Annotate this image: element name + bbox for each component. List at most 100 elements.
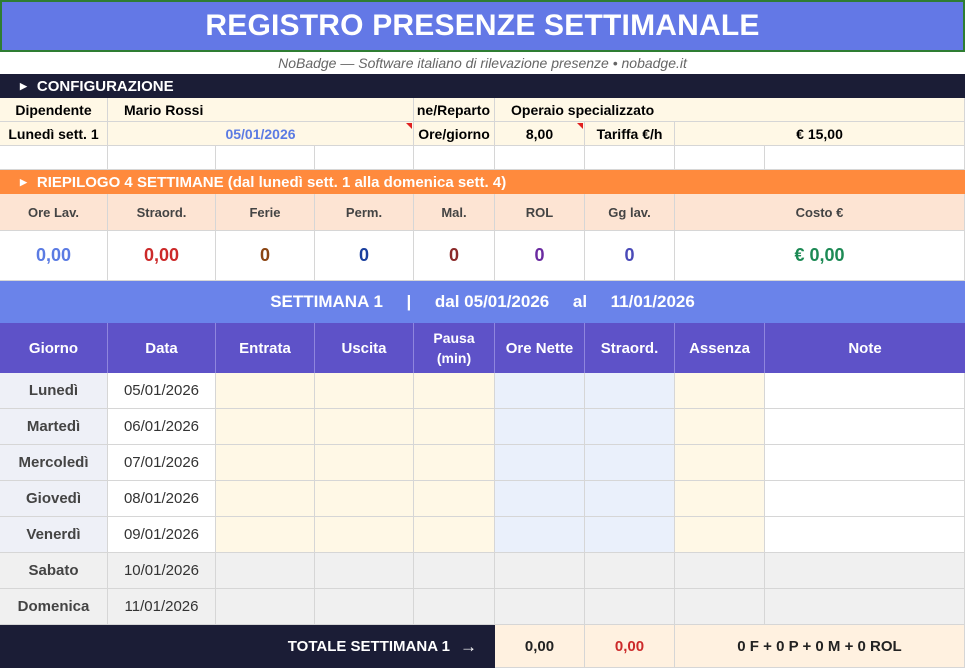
straord-cell[interactable]	[585, 481, 675, 517]
pausa-field[interactable]	[414, 589, 495, 625]
note-field[interactable]	[765, 409, 965, 445]
pausa-field[interactable]	[414, 517, 495, 553]
note-field[interactable]	[765, 589, 965, 625]
empty-cell[interactable]	[414, 146, 495, 170]
day-date: 10/01/2026	[108, 553, 216, 589]
entrata-field[interactable]	[216, 553, 315, 589]
note-field[interactable]	[765, 445, 965, 481]
col-note: Note	[765, 323, 965, 373]
assenza-field[interactable]	[675, 517, 765, 553]
summary-col-perm: Perm.	[315, 194, 414, 231]
uscita-field[interactable]	[315, 553, 414, 589]
empty-row	[0, 146, 965, 170]
pausa-field[interactable]	[414, 373, 495, 409]
day-date: 08/01/2026	[108, 481, 216, 517]
straord-cell[interactable]	[585, 517, 675, 553]
assenza-field[interactable]	[675, 373, 765, 409]
empty-cell[interactable]	[765, 146, 965, 170]
empty-cell[interactable]	[495, 146, 585, 170]
ore-nette-cell[interactable]	[495, 373, 585, 409]
hours-field[interactable]: 8,00	[495, 122, 585, 146]
assenza-field[interactable]	[675, 589, 765, 625]
day-name: Domenica	[0, 589, 108, 625]
empty-cell[interactable]	[108, 146, 216, 170]
summary-costo-value: € 0,00	[675, 231, 965, 281]
ore-nette-cell[interactable]	[495, 409, 585, 445]
dept-field[interactable]: Operaio specializzato	[495, 98, 965, 122]
config-section-header: ▶ CONFIGURAZIONE	[0, 74, 965, 98]
summary-values-row: 0,00 0,00 0 0 0 0 0 € 0,00	[0, 231, 965, 281]
entrata-field[interactable]	[216, 373, 315, 409]
ore-nette-cell[interactable]	[495, 589, 585, 625]
totals-row: TOTALE SETTIMANA 1 → 0,00 0,00 0 F + 0 P…	[0, 625, 965, 668]
config-section-label: CONFIGURAZIONE	[36, 77, 174, 95]
uscita-field[interactable]	[315, 517, 414, 553]
assenza-field[interactable]	[675, 481, 765, 517]
note-field[interactable]	[765, 553, 965, 589]
pausa-field[interactable]	[414, 445, 495, 481]
assenza-field[interactable]	[675, 445, 765, 481]
col-entrata: Entrata	[216, 323, 315, 373]
config-row-params: Lunedì sett. 1 05/01/2026 Ore/giorno 8,0…	[0, 122, 965, 146]
assenza-field[interactable]	[675, 553, 765, 589]
pausa-field[interactable]	[414, 553, 495, 589]
dept-label: ne/Reparto	[414, 98, 495, 122]
day-date: 11/01/2026	[108, 589, 216, 625]
summary-col-gg-lav: Gg lav.	[585, 194, 675, 231]
note-field[interactable]	[765, 517, 965, 553]
uscita-field[interactable]	[315, 409, 414, 445]
config-row-employee: Dipendente Mario Rossi ne/Reparto Operai…	[0, 98, 965, 122]
uscita-field[interactable]	[315, 589, 414, 625]
triangle-right-icon: ▶	[20, 176, 27, 187]
uscita-field[interactable]	[315, 373, 414, 409]
hours-label: Ore/giorno	[414, 122, 495, 146]
pausa-field[interactable]	[414, 409, 495, 445]
monday-label: Lunedì sett. 1	[0, 122, 108, 146]
empty-cell[interactable]	[315, 146, 414, 170]
straord-cell[interactable]	[585, 373, 675, 409]
ore-nette-cell[interactable]	[495, 445, 585, 481]
empty-cell[interactable]	[585, 146, 675, 170]
ore-nette-cell[interactable]	[495, 553, 585, 589]
note-field[interactable]	[765, 481, 965, 517]
day-row: Lunedì 05/01/2026	[0, 373, 965, 409]
summary-header-row: Ore Lav. Straord. Ferie Perm. Mal. ROL G…	[0, 194, 965, 231]
employee-label: Dipendente	[0, 98, 108, 122]
straord-cell[interactable]	[585, 445, 675, 481]
day-row: Venerdì 09/01/2026	[0, 517, 965, 553]
week-header-row: Giorno Data Entrata Uscita Pausa (min) O…	[0, 323, 965, 373]
ore-nette-cell[interactable]	[495, 517, 585, 553]
day-name: Giovedì	[0, 481, 108, 517]
entrata-field[interactable]	[216, 445, 315, 481]
day-date: 09/01/2026	[108, 517, 216, 553]
pausa-field[interactable]	[414, 481, 495, 517]
assenza-field[interactable]	[675, 409, 765, 445]
employee-field[interactable]: Mario Rossi	[108, 98, 414, 122]
entrata-field[interactable]	[216, 589, 315, 625]
totals-assenze: 0 F + 0 P + 0 M + 0 ROL	[675, 625, 965, 668]
totals-label: TOTALE SETTIMANA 1	[287, 638, 450, 655]
entrata-field[interactable]	[216, 409, 315, 445]
entrata-field[interactable]	[216, 517, 315, 553]
rate-label: Tariffa €/h	[585, 122, 675, 146]
rate-field[interactable]: € 15,00	[675, 122, 965, 146]
day-name: Martedì	[0, 409, 108, 445]
summary-gg-lav-value: 0	[585, 231, 675, 281]
summary-col-mal: Mal.	[414, 194, 495, 231]
straord-cell[interactable]	[585, 553, 675, 589]
ore-nette-cell[interactable]	[495, 481, 585, 517]
straord-cell[interactable]	[585, 409, 675, 445]
monday-date-field[interactable]: 05/01/2026	[108, 122, 414, 146]
empty-cell[interactable]	[216, 146, 315, 170]
entrata-field[interactable]	[216, 481, 315, 517]
uscita-field[interactable]	[315, 481, 414, 517]
summary-col-costo: Costo €	[675, 194, 965, 231]
col-straord: Straord.	[585, 323, 675, 373]
uscita-field[interactable]	[315, 445, 414, 481]
empty-cell[interactable]	[675, 146, 765, 170]
summary-col-ferie: Ferie	[216, 194, 315, 231]
day-row: Sabato 10/01/2026	[0, 553, 965, 589]
empty-cell[interactable]	[0, 146, 108, 170]
note-field[interactable]	[765, 373, 965, 409]
straord-cell[interactable]	[585, 589, 675, 625]
